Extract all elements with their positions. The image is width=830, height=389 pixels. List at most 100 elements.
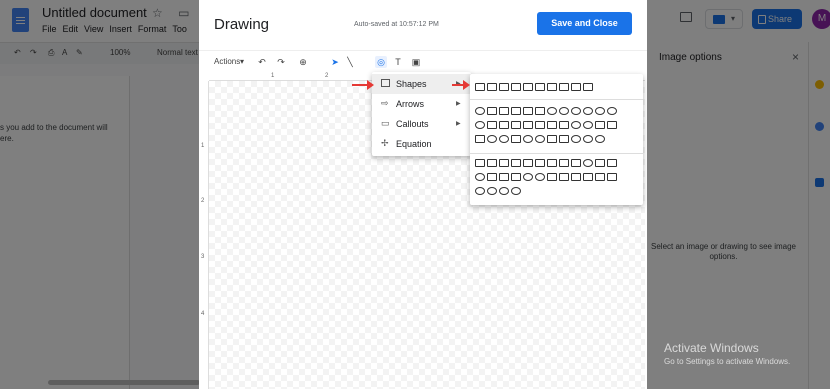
shape-option[interactable] xyxy=(475,173,485,181)
shape-option[interactable] xyxy=(571,121,581,129)
shape-option[interactable] xyxy=(583,107,593,115)
equation-icon: ✢ xyxy=(381,138,389,148)
shape-option[interactable] xyxy=(559,83,569,91)
shape-option[interactable] xyxy=(559,121,569,129)
actions-menu[interactable]: Actions xyxy=(214,57,240,66)
shapes-palette xyxy=(470,74,643,205)
menu-item-arrows[interactable]: ⇨ Arrows ▶ xyxy=(372,94,471,114)
menu-item-equation[interactable]: ✢ Equation xyxy=(372,134,471,154)
shape-option[interactable] xyxy=(547,173,557,181)
shape-option[interactable] xyxy=(511,173,521,181)
shape-option[interactable] xyxy=(511,121,521,129)
shape-option[interactable] xyxy=(607,107,617,115)
undo-icon[interactable]: ↶ xyxy=(256,56,268,68)
ruler-tick: 2 xyxy=(325,73,329,79)
shape-option[interactable] xyxy=(583,135,593,143)
shape-option[interactable] xyxy=(535,173,545,181)
square-icon xyxy=(381,79,390,87)
shape-row xyxy=(475,159,617,167)
shape-option[interactable] xyxy=(487,159,497,167)
shape-icon[interactable]: ◎ xyxy=(375,56,387,68)
shape-option[interactable] xyxy=(475,135,485,143)
shape-option[interactable] xyxy=(475,159,485,167)
menu-item-label: Shapes xyxy=(396,79,427,89)
shape-option[interactable] xyxy=(511,83,521,91)
text-box-icon[interactable]: T xyxy=(392,56,404,68)
shape-option[interactable] xyxy=(571,173,581,181)
select-icon[interactable]: ➤ xyxy=(329,56,341,68)
shape-option[interactable] xyxy=(571,159,581,167)
shape-option[interactable] xyxy=(487,173,497,181)
image-icon[interactable]: ▣ xyxy=(410,56,422,68)
shape-option[interactable] xyxy=(511,159,521,167)
shape-option[interactable] xyxy=(499,173,509,181)
redo-icon[interactable]: ↷ xyxy=(275,56,287,68)
line-icon[interactable]: ╲ xyxy=(344,56,356,68)
shape-option[interactable] xyxy=(499,121,509,129)
shape-option[interactable] xyxy=(559,173,569,181)
shape-row xyxy=(475,107,617,115)
shape-option[interactable] xyxy=(475,83,485,91)
menu-item-callouts[interactable]: ▭ Callouts ▶ xyxy=(372,114,471,134)
shape-option[interactable] xyxy=(535,83,545,91)
shape-option[interactable] xyxy=(511,187,521,195)
shape-option[interactable] xyxy=(559,107,569,115)
shape-option[interactable] xyxy=(475,187,485,195)
shape-option[interactable] xyxy=(523,135,533,143)
shape-option[interactable] xyxy=(547,107,557,115)
shape-option[interactable] xyxy=(523,121,533,129)
shape-option[interactable] xyxy=(607,121,617,129)
shape-option[interactable] xyxy=(499,159,509,167)
shape-option[interactable] xyxy=(511,135,521,143)
shape-option[interactable] xyxy=(499,187,509,195)
shape-option[interactable] xyxy=(607,173,617,181)
shape-option[interactable] xyxy=(499,107,509,115)
shape-option[interactable] xyxy=(547,121,557,129)
shape-option[interactable] xyxy=(487,135,497,143)
shape-option[interactable] xyxy=(487,121,497,129)
shape-option[interactable] xyxy=(595,159,605,167)
shape-option[interactable] xyxy=(475,107,485,115)
shape-option[interactable] xyxy=(487,107,497,115)
shape-option[interactable] xyxy=(595,173,605,181)
shape-option[interactable] xyxy=(535,135,545,143)
shape-option[interactable] xyxy=(535,121,545,129)
submenu-arrow-icon: ▶ xyxy=(456,101,461,107)
shape-option[interactable] xyxy=(583,173,593,181)
shape-option[interactable] xyxy=(595,121,605,129)
shape-option[interactable] xyxy=(535,159,545,167)
shape-option[interactable] xyxy=(547,83,557,91)
shape-option[interactable] xyxy=(523,173,533,181)
shape-option[interactable] xyxy=(499,135,509,143)
shape-option[interactable] xyxy=(595,107,605,115)
shape-option[interactable] xyxy=(547,159,557,167)
shape-option[interactable] xyxy=(571,83,581,91)
drawing-toolbar: Actions ▾ ↶ ↷ ⊕ ➤ ╲ ◎ T ▣ xyxy=(199,50,647,72)
watermark-title: Activate Windows xyxy=(664,341,759,355)
shape-option[interactable] xyxy=(487,187,497,195)
divider xyxy=(470,99,643,100)
windows-watermark: Activate Windows Go to Settings to activ… xyxy=(664,341,790,366)
shape-option[interactable] xyxy=(511,107,521,115)
shape-option[interactable] xyxy=(607,159,617,167)
shape-option[interactable] xyxy=(475,121,485,129)
shape-option[interactable] xyxy=(571,107,581,115)
shape-option[interactable] xyxy=(547,135,557,143)
dialog-title: Drawing xyxy=(214,16,270,33)
shape-option[interactable] xyxy=(583,159,593,167)
shape-option[interactable] xyxy=(487,83,497,91)
shape-option[interactable] xyxy=(559,159,569,167)
shape-option[interactable] xyxy=(499,83,509,91)
zoom-icon[interactable]: ⊕ xyxy=(297,56,309,68)
save-and-close-button[interactable]: Save and Close xyxy=(537,12,632,35)
arrow-icon: ⇨ xyxy=(381,98,389,108)
shape-option[interactable] xyxy=(535,107,545,115)
shape-option[interactable] xyxy=(583,121,593,129)
shape-option[interactable] xyxy=(523,107,533,115)
shape-option[interactable] xyxy=(523,83,533,91)
shape-option[interactable] xyxy=(559,135,569,143)
shape-option[interactable] xyxy=(523,159,533,167)
shape-option[interactable] xyxy=(571,135,581,143)
shape-option[interactable] xyxy=(595,135,605,143)
shape-option[interactable] xyxy=(583,83,593,91)
